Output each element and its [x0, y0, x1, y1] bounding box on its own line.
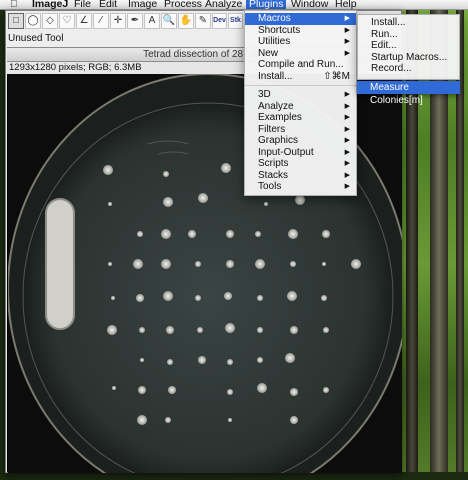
menu-item-stacks[interactable]: Stacks ▶	[245, 170, 356, 182]
menu-item-new[interactable]: New ▶	[245, 48, 356, 60]
submenu-arrow-icon: ▶	[344, 183, 350, 190]
install-label: Install...	[258, 70, 293, 82]
macros-record-item[interactable]: Record...	[358, 63, 459, 75]
freehand-tool-icon[interactable]: ♡	[59, 13, 75, 29]
menu-plugins[interactable]: Plugins	[246, 0, 287, 9]
oval-tool-icon[interactable]: ◯	[25, 13, 41, 29]
menu-image[interactable]: Image	[128, 0, 157, 9]
examples-label: Examples	[258, 112, 302, 123]
macros-run-item[interactable]: Run...	[358, 29, 459, 41]
menu-app[interactable]: ImageJ	[32, 0, 68, 9]
menu-item-3d[interactable]: 3D ▶	[245, 89, 356, 101]
rectangle-tool-icon[interactable]: □	[8, 13, 24, 29]
apple-menu-icon[interactable]: 	[10, 0, 18, 9]
new-label: New	[258, 47, 279, 59]
stk-tool-button[interactable]: Stk	[228, 13, 243, 29]
submenu-arrow-icon: ▶	[344, 15, 350, 22]
menu-bar:  ImageJ File Edit Image Process Analyze…	[0, 0, 468, 10]
stacks-label: Stacks	[258, 169, 289, 181]
menu-item-graphics[interactable]: Graphics ▶	[245, 135, 356, 147]
compile-label: Compile and Run...	[258, 59, 344, 70]
menu-item-analyze[interactable]: Analyze ▶	[245, 101, 356, 113]
angle-tool-icon[interactable]: ∠	[76, 13, 92, 29]
macros-submenu: Install... Run... Edit... Startup Macros…	[357, 14, 460, 80]
hand-tool-icon[interactable]: ✋	[178, 13, 194, 29]
menu-process[interactable]: Process	[164, 0, 202, 9]
shortcuts-label: Shortcuts	[258, 24, 301, 36]
analyze-label: Analyze	[258, 100, 294, 112]
menu-item-utilities[interactable]: Utilities ▶	[245, 36, 356, 48]
text-tool-icon[interactable]: A	[144, 13, 160, 29]
macros-startup-item[interactable]: Startup Macros...	[358, 52, 459, 64]
menu-item-filters[interactable]: Filters ▶	[245, 124, 356, 136]
submenu-arrow-icon: ▶	[344, 91, 350, 98]
install-shortcut: ⇧⌘M	[323, 70, 350, 82]
menu-help[interactable]: Help	[335, 0, 357, 9]
submenu-arrow-icon: ▶	[344, 137, 350, 144]
menu-item-examples[interactable]: Examples ▶	[245, 112, 356, 124]
dropper-tool-icon[interactable]: ✎	[195, 13, 211, 29]
menu-analyze[interactable]: Analyze	[205, 0, 242, 9]
menu-separator	[245, 85, 356, 86]
graphics-label: Graphics	[258, 135, 299, 146]
menu-item-install[interactable]: Install... ⇧⌘M	[245, 71, 356, 83]
menu-edit[interactable]: Edit	[99, 0, 117, 9]
status-text: Unused Tool	[8, 33, 64, 44]
input-output-label: Input-Output	[258, 146, 314, 158]
submenu-arrow-icon: ▶	[344, 26, 350, 34]
submenu-arrow-icon: ▶	[344, 38, 350, 45]
measure-colonies-item[interactable]: Measure Colonies[m]	[357, 81, 460, 106]
scripts-label: Scripts	[258, 158, 289, 169]
menu-item-input-output[interactable]: Input-Output ▶	[245, 147, 356, 159]
magnifier-tool-icon[interactable]: 🔍	[161, 13, 177, 29]
submenu-arrow-icon: ▶	[344, 125, 350, 133]
utilities-label: Utilities	[258, 36, 291, 47]
toolbar: □ ◯ ◇ ♡ ∠ ⁄ ✛ ✒ A 🔍 ✋ ✎ Dev Stk	[8, 13, 243, 29]
menu-file[interactable]: File	[74, 0, 91, 9]
menu-item-compile-and-run[interactable]: Compile and Run...	[245, 59, 356, 71]
line-tool-icon[interactable]: ⁄	[93, 13, 109, 29]
macros-edit-item[interactable]: Edit...	[358, 40, 459, 52]
submenu-arrow-icon: ▶	[344, 49, 350, 57]
desktop-bottom	[0, 472, 468, 480]
plugins-menu: Macros ▶ Shortcuts ▶ Utilities ▶ New ▶ Compi…	[244, 10, 357, 196]
submenu-arrow-icon: ▶	[344, 148, 350, 156]
submenu-arrow-icon: ▶	[344, 160, 350, 167]
menu-item-macros[interactable]: Macros ▶	[245, 13, 356, 25]
macros-label: Macros	[258, 13, 291, 24]
tools-label: Tools	[258, 181, 282, 192]
macros-install-item[interactable]: Install...	[358, 17, 459, 29]
point-tool-icon[interactable]: ✛	[110, 13, 126, 29]
dev-tool-button[interactable]: Dev	[212, 13, 227, 29]
menu-window[interactable]: Window	[291, 0, 328, 9]
submenu-arrow-icon: ▶	[344, 114, 350, 121]
menu-item-shortcuts[interactable]: Shortcuts ▶	[245, 25, 356, 37]
menu-item-scripts[interactable]: Scripts ▶	[245, 158, 356, 170]
wand-tool-icon[interactable]: ✒	[127, 13, 143, 29]
filters-label: Filters	[258, 123, 286, 135]
3d-label: 3D	[258, 89, 271, 100]
submenu-arrow-icon: ▶	[344, 102, 350, 110]
submenu-arrow-icon: ▶	[344, 171, 350, 179]
menu-item-tools[interactable]: Tools ▶	[245, 181, 356, 193]
polygon-tool-icon[interactable]: ◇	[42, 13, 58, 29]
